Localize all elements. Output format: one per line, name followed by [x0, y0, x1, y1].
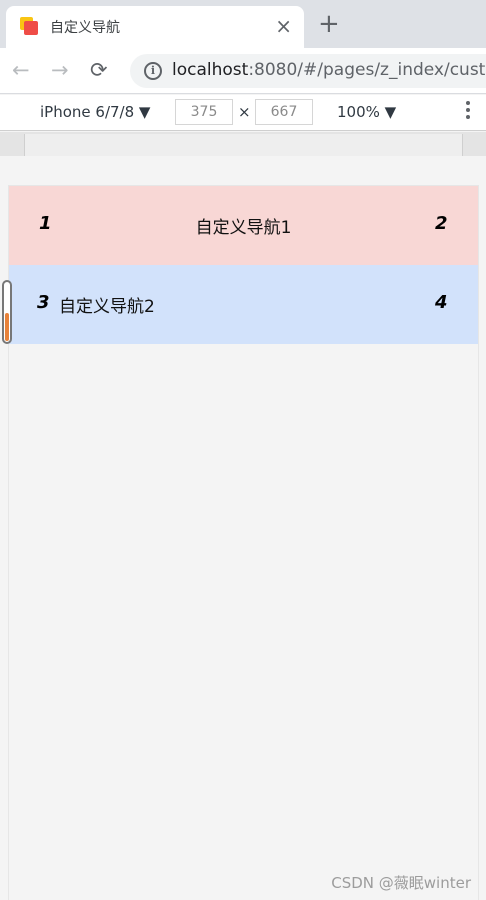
- device-ruler: [0, 132, 486, 156]
- favicon-square-red: [24, 21, 38, 35]
- navbar1-right-slot[interactable]: 2: [435, 213, 448, 234]
- device-select[interactable]: iPhone 6/7/8 ▼: [40, 103, 150, 121]
- url-text[interactable]: localhost:8080/#/pages/z_index/custo: [172, 60, 486, 80]
- custom-navbar-1: 1 自定义导航1 2: [9, 186, 478, 265]
- tab-title: 自定义导航: [50, 20, 120, 36]
- app-favicon-icon: [20, 17, 38, 35]
- device-toolbar: iPhone 6/7/8 ▼ 375 × 667 100% ▼: [0, 95, 486, 131]
- new-tab-button[interactable]: +: [318, 10, 340, 38]
- zoom-value: 100%: [337, 103, 380, 121]
- browser-toolbar: ← → ⟳ i localhost:8080/#/pages/z_index/c…: [0, 48, 486, 94]
- url-host: localhost: [172, 60, 249, 80]
- address-bar[interactable]: i localhost:8080/#/pages/z_index/custo: [130, 54, 486, 88]
- zoom-select[interactable]: 100% ▼: [337, 103, 396, 121]
- device-viewport: 1 自定义导航1 2 3 自定义导航2 4: [8, 185, 479, 900]
- watermark-text: CSDN @薇眠winter: [331, 874, 471, 892]
- site-info-icon[interactable]: i: [144, 62, 162, 80]
- reload-icon[interactable]: ⟳: [90, 56, 108, 84]
- tab-strip: 自定义导航 × +: [0, 0, 486, 48]
- forward-arrow-icon[interactable]: →: [51, 56, 69, 84]
- side-scroll-handle[interactable]: [2, 280, 12, 344]
- scroll-handle-fill: [5, 313, 9, 341]
- browser-tab[interactable]: 自定义导航 ×: [6, 6, 304, 48]
- device-name: iPhone 6/7/8: [40, 103, 135, 121]
- custom-navbar-2: 3 自定义导航2 4: [9, 265, 478, 344]
- dimension-separator: ×: [238, 103, 251, 121]
- viewport-height-input[interactable]: 667: [255, 99, 313, 125]
- navbar2-right-slot[interactable]: 4: [435, 292, 448, 313]
- url-path: :8080/#/pages/z_index/custo: [248, 60, 486, 80]
- navbar2-left-slot[interactable]: 3: [37, 292, 50, 313]
- viewport-width-input[interactable]: 375: [175, 99, 233, 125]
- more-options-icon[interactable]: [466, 101, 470, 123]
- back-arrow-icon[interactable]: ←: [12, 56, 30, 84]
- device-caret-icon: ▼: [138, 103, 151, 121]
- navbar2-title: 自定义导航2: [59, 297, 155, 317]
- zoom-caret-icon: ▼: [384, 103, 397, 121]
- navbar1-title: 自定义导航1: [195, 218, 292, 238]
- tab-close-icon[interactable]: ×: [275, 12, 292, 40]
